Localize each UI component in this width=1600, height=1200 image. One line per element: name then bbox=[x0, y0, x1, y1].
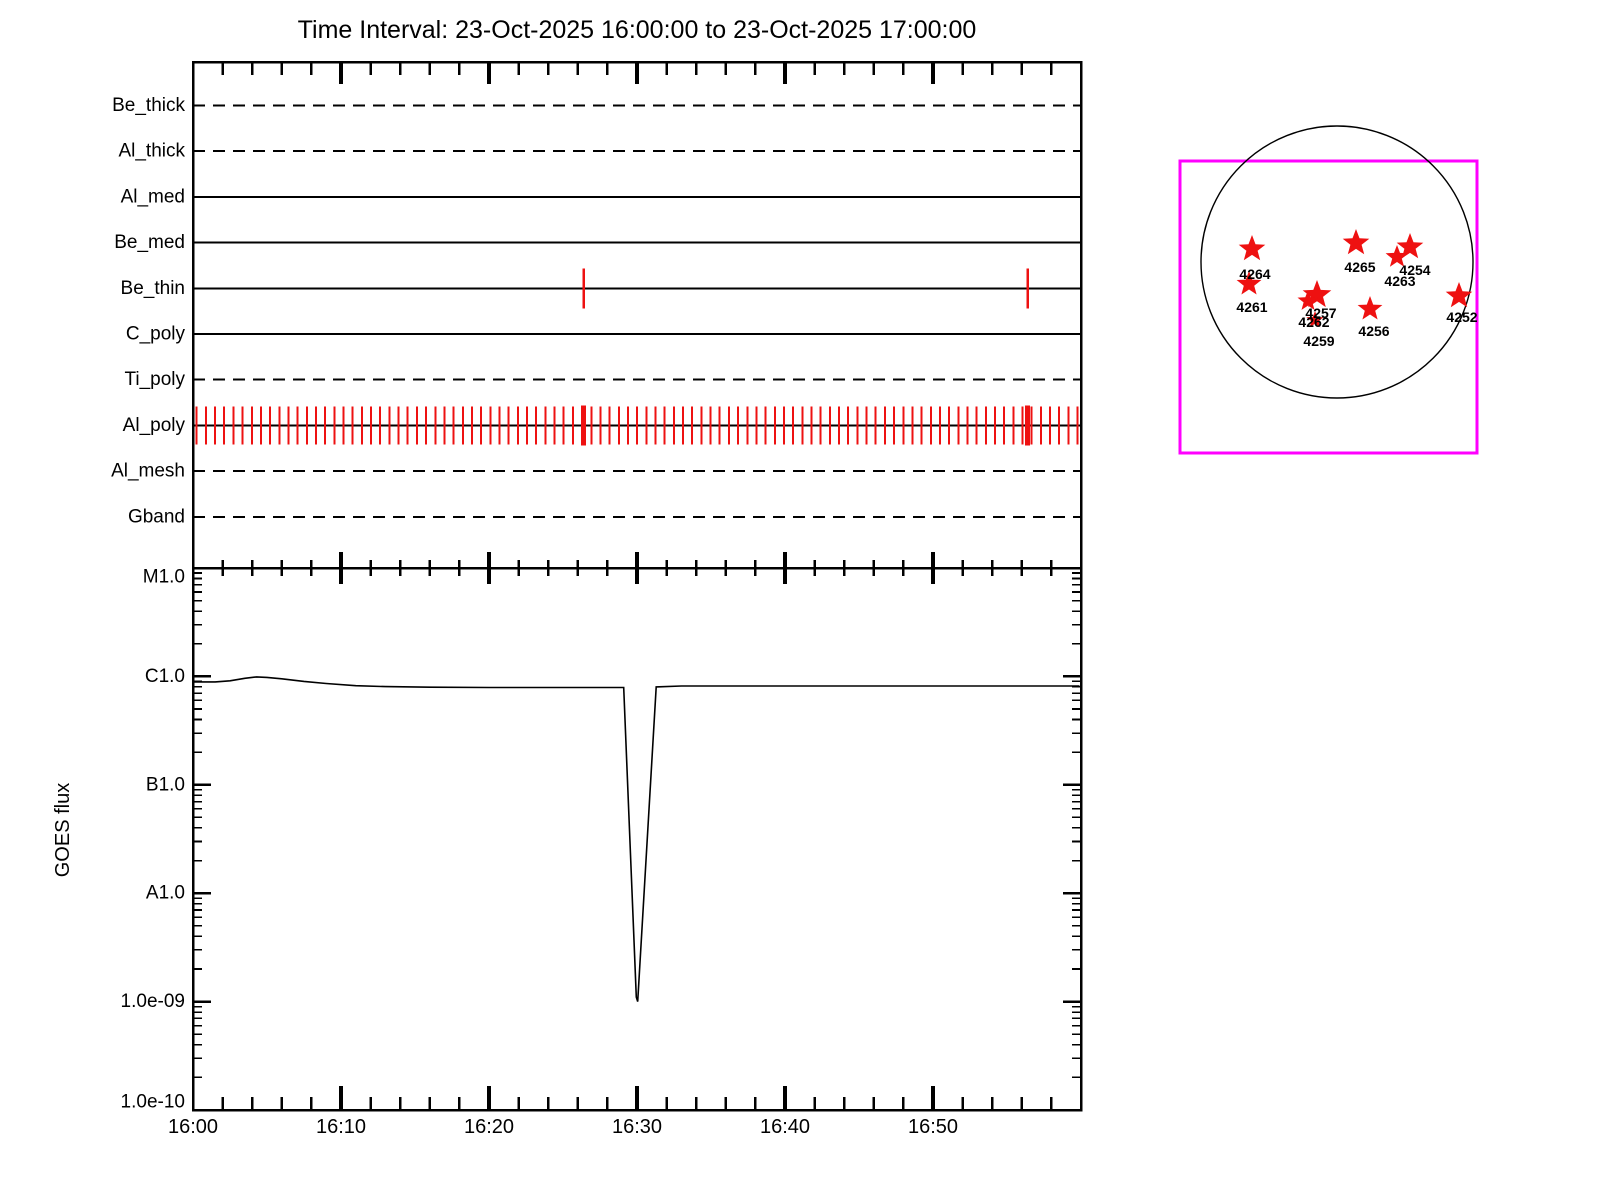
active-region-label-4259: 4259 bbox=[1303, 333, 1334, 349]
y-tick-label-1.0e-09: 1.0e-09 bbox=[121, 991, 185, 1012]
filter-label-Be_thin: Be_thin bbox=[121, 278, 185, 299]
filter-label-Al_thick: Al_thick bbox=[118, 141, 185, 162]
filter-label-Al_mesh: Al_mesh bbox=[111, 461, 185, 482]
observation-timeline-figure: Be_thick Al_thick Al_med Be_med Be_thin C_pol… bbox=[0, 0, 1600, 1200]
x-tick-label-16:10: 16:10 bbox=[316, 1116, 366, 1138]
active-region-label-4264: 4264 bbox=[1239, 266, 1270, 282]
active-region-star-4264 bbox=[1239, 235, 1266, 260]
filter-timeline-frame bbox=[193, 62, 1081, 568]
x-tick-label-16:00: 16:00 bbox=[168, 1116, 218, 1138]
x-tick-label-16:30: 16:30 bbox=[612, 1116, 662, 1138]
y-tick-label-C1.0: C1.0 bbox=[145, 666, 185, 687]
filter-label-Al_poly: Al_poly bbox=[123, 415, 186, 436]
screenshot-stage: Time Interval: 23-Oct-2025 16:00:00 to 2… bbox=[0, 0, 1600, 1200]
filter-label-Al_med: Al_med bbox=[121, 186, 185, 207]
active-region-label-4256: 4256 bbox=[1358, 323, 1389, 339]
filter-label-Gband: Gband bbox=[128, 506, 185, 527]
active-region-star-4256 bbox=[1358, 296, 1383, 320]
x-tick-label-16:20: 16:20 bbox=[464, 1116, 514, 1138]
y-tick-label-B1.0: B1.0 bbox=[146, 774, 185, 795]
filter-label-C_poly: C_poly bbox=[126, 324, 186, 345]
filter-label-Be_med: Be_med bbox=[114, 232, 185, 253]
x-tick-label-16:50: 16:50 bbox=[908, 1116, 958, 1138]
y-tick-label-1.0e-10: 1.0e-10 bbox=[121, 1092, 185, 1113]
y-tick-label-A1.0: A1.0 bbox=[146, 883, 185, 904]
active-region-label-4263: 4263 bbox=[1384, 273, 1415, 289]
goes-flux-curve bbox=[193, 677, 1080, 1002]
filter-label-Ti_poly: Ti_poly bbox=[124, 369, 185, 390]
x-tick-label-16:40: 16:40 bbox=[760, 1116, 810, 1138]
y-tick-label-M1.0: M1.0 bbox=[143, 567, 185, 588]
goes-plot-frame bbox=[193, 568, 1081, 1110]
plot-title: Time Interval: 23-Oct-2025 16:00:00 to 2… bbox=[193, 16, 1081, 45]
active-region-label-4262: 4262 bbox=[1298, 314, 1329, 330]
active-region-label-4265: 4265 bbox=[1344, 259, 1375, 275]
goes-flux-axis-label: GOES flux bbox=[52, 783, 74, 877]
solar-disk-circle bbox=[1201, 126, 1473, 398]
active-region-star-4252 bbox=[1446, 282, 1473, 307]
active-region-star-4265 bbox=[1343, 229, 1370, 254]
filter-label-Be_thick: Be_thick bbox=[112, 95, 185, 116]
active-region-label-4261: 4261 bbox=[1236, 299, 1267, 315]
active-region-label-4252: 4252 bbox=[1446, 309, 1477, 325]
